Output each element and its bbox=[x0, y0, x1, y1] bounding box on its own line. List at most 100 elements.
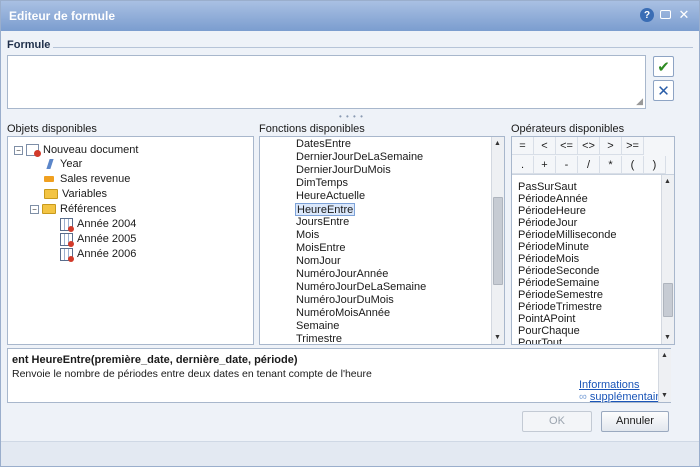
function-item[interactable]: Mois bbox=[296, 229, 319, 242]
scroll-up-icon[interactable]: ▲ bbox=[661, 352, 668, 359]
function-item[interactable]: NuméroJourDeLaSemaine bbox=[296, 281, 426, 294]
operator-less-equal[interactable]: <= bbox=[556, 137, 578, 155]
operator-item[interactable]: PasSurSaut bbox=[518, 181, 577, 193]
collapse-icon[interactable]: − bbox=[14, 145, 23, 155]
validate-formula-button[interactable]: ✔ bbox=[653, 56, 674, 77]
operator-item[interactable]: PériodeMois bbox=[518, 253, 579, 265]
operator-item[interactable]: PériodeSemaine bbox=[518, 277, 599, 289]
tree-item-references[interactable]: − Références bbox=[30, 202, 116, 216]
function-item-selected[interactable]: HeureEntre bbox=[295, 203, 356, 216]
status-bar bbox=[1, 441, 699, 466]
more-info-link-continued[interactable]: ∞ supplémentaires bbox=[579, 391, 671, 403]
function-item[interactable]: HeureActuelle bbox=[296, 190, 365, 203]
function-item[interactable]: DimTemps bbox=[296, 177, 348, 190]
tree-item-sales-revenue[interactable]: Sales revenue bbox=[44, 172, 130, 186]
restore-icon[interactable] bbox=[660, 10, 671, 19]
formula-input[interactable]: ◢ bbox=[7, 55, 646, 109]
operator-item[interactable]: PériodeHeure bbox=[518, 205, 586, 217]
cancel-button[interactable]: Annuler bbox=[601, 411, 669, 432]
resize-grip-icon[interactable]: ◢ bbox=[636, 96, 643, 107]
operator-item[interactable]: PériodeAnnée bbox=[518, 193, 588, 205]
function-item[interactable]: NuméroJourDuMois bbox=[296, 294, 394, 307]
window-title: Editeur de formule bbox=[9, 9, 116, 23]
function-item[interactable]: Semaine bbox=[296, 320, 339, 333]
operator-item[interactable]: PourChaque bbox=[518, 325, 580, 337]
link-icon: ∞ bbox=[579, 391, 590, 403]
operator-item[interactable]: PériodeSeconde bbox=[518, 265, 599, 277]
operator-greater-equal[interactable]: >= bbox=[622, 137, 644, 155]
operators-panel[interactable]: = < <= <> > >= . + - / * ( ) PasSurSaut … bbox=[511, 136, 675, 345]
tree-item-label: Sales revenue bbox=[60, 173, 131, 185]
more-info-link[interactable]: Informations bbox=[579, 379, 640, 391]
operator-open-paren[interactable]: ( bbox=[622, 156, 644, 174]
function-item[interactable]: DernierJourDuMois bbox=[296, 164, 391, 177]
functions-list[interactable]: DatesEntre DernierJourDeLaSemaine Dernie… bbox=[259, 136, 505, 345]
document-icon bbox=[26, 144, 41, 157]
close-icon[interactable]: ✕ bbox=[677, 7, 691, 22]
tree-item-annee-2004[interactable]: Année 2004 bbox=[60, 217, 136, 232]
table-icon bbox=[60, 217, 74, 232]
description-scrollbar[interactable]: ▲ ▼ bbox=[658, 349, 671, 402]
tree-item-variables[interactable]: Variables bbox=[44, 187, 107, 201]
function-description: ent HeureEntre(première_date, dernière_d… bbox=[7, 348, 671, 403]
operator-item[interactable]: PériodeMilliseconde bbox=[518, 229, 616, 241]
functions-label: Fonctions disponibles bbox=[259, 123, 365, 135]
help-icon[interactable]: ? bbox=[640, 8, 654, 22]
scroll-down-icon[interactable]: ▼ bbox=[661, 392, 668, 399]
operator-divide[interactable]: / bbox=[578, 156, 600, 174]
operator-close-paren[interactable]: ) bbox=[644, 156, 666, 174]
operator-multiply[interactable]: * bbox=[600, 156, 622, 174]
function-item[interactable]: Trimestre bbox=[296, 333, 342, 344]
functions-scrollbar[interactable]: ▲ ▼ bbox=[491, 137, 504, 344]
table-icon bbox=[60, 247, 74, 262]
title-bar[interactable]: Editeur de formule ? ✕ bbox=[1, 1, 699, 31]
operator-grid: = < <= <> > >= . + - / * ( ) bbox=[512, 137, 674, 175]
function-item[interactable]: MoisEntre bbox=[296, 242, 346, 255]
function-item[interactable]: NuméroMoisAnnée bbox=[296, 307, 390, 320]
clear-icon: ✕ bbox=[657, 82, 670, 100]
operator-item[interactable]: PourTout bbox=[518, 337, 562, 344]
operator-equals[interactable]: = bbox=[512, 137, 534, 155]
operator-item[interactable]: PériodeJour bbox=[518, 217, 577, 229]
operator-less[interactable]: < bbox=[534, 137, 556, 155]
operators-scrollbar[interactable]: ▲ ▼ bbox=[661, 175, 674, 344]
operator-dot[interactable]: . bbox=[512, 156, 534, 174]
operator-not-equal[interactable]: <> bbox=[578, 137, 600, 155]
operator-greater[interactable]: > bbox=[600, 137, 622, 155]
folder-icon bbox=[44, 189, 58, 199]
tree-item-annee-2005[interactable]: Année 2005 bbox=[60, 232, 136, 247]
clear-formula-button[interactable]: ✕ bbox=[653, 80, 674, 101]
function-item[interactable]: DatesEntre bbox=[296, 138, 351, 151]
scroll-down-icon[interactable]: ▼ bbox=[494, 334, 501, 341]
collapse-icon[interactable]: − bbox=[30, 204, 39, 214]
function-item[interactable]: NomJour bbox=[296, 255, 341, 268]
scroll-thumb[interactable] bbox=[493, 197, 503, 285]
tree-item-root[interactable]: − Nouveau document bbox=[14, 143, 138, 157]
operator-minus[interactable]: - bbox=[556, 156, 578, 174]
function-item[interactable]: NuméroJourAnnée bbox=[296, 268, 388, 281]
operator-item[interactable]: PériodeSemestre bbox=[518, 289, 603, 301]
splitter-handle[interactable]: • • • • bbox=[339, 112, 364, 121]
function-help-text: Renvoie le nombre de périodes entre deux… bbox=[12, 368, 372, 380]
divider bbox=[53, 47, 693, 48]
operator-item[interactable]: PointAPoint bbox=[518, 313, 575, 325]
function-item[interactable]: JoursEntre bbox=[296, 216, 349, 229]
tree-item-label: Nouveau document bbox=[43, 144, 139, 156]
scroll-thumb[interactable] bbox=[663, 283, 673, 317]
operator-plus[interactable]: + bbox=[534, 156, 556, 174]
operator-item[interactable]: PériodeTrimestre bbox=[518, 301, 602, 313]
function-item[interactable]: DernierJourDeLaSemaine bbox=[296, 151, 423, 164]
objects-tree[interactable]: − Nouveau document Year Sales revenue Va… bbox=[7, 136, 254, 345]
operator-item[interactable]: PériodeMinute bbox=[518, 241, 589, 253]
scroll-up-icon[interactable]: ▲ bbox=[664, 178, 671, 185]
scroll-down-icon[interactable]: ▼ bbox=[664, 334, 671, 341]
tree-item-year[interactable]: Year bbox=[44, 157, 82, 171]
dimension-icon bbox=[46, 159, 54, 169]
function-signature: ent HeureEntre(première_date, dernière_d… bbox=[12, 354, 298, 366]
check-icon: ✔ bbox=[657, 58, 670, 76]
scroll-up-icon[interactable]: ▲ bbox=[494, 140, 501, 147]
ok-button[interactable]: OK bbox=[522, 411, 592, 432]
tree-item-label: Références bbox=[60, 203, 117, 215]
tree-item-annee-2006[interactable]: Année 2006 bbox=[60, 247, 136, 262]
table-icon bbox=[60, 232, 74, 247]
